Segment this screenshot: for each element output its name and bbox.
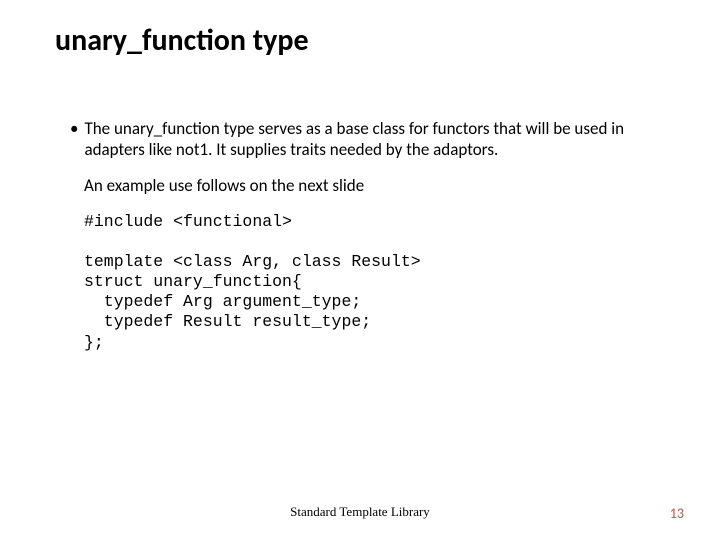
example-note: An example use follows on the next slide [84,175,660,196]
code-block: #include <functional> template <class Ar… [84,212,660,353]
footer-text: Standard Template Library [0,504,720,520]
page-number: 13 [670,505,684,522]
bullet-text: The unary_function type serves as a base… [84,118,660,161]
slide-body: • The unary_function type serves as a ba… [70,118,660,353]
slide-title: unary_function type [55,22,309,59]
slide: unary_function type • The unary_function… [0,0,720,540]
bullet-marker: • [70,118,78,161]
bullet-item: • The unary_function type serves as a ba… [70,118,660,161]
